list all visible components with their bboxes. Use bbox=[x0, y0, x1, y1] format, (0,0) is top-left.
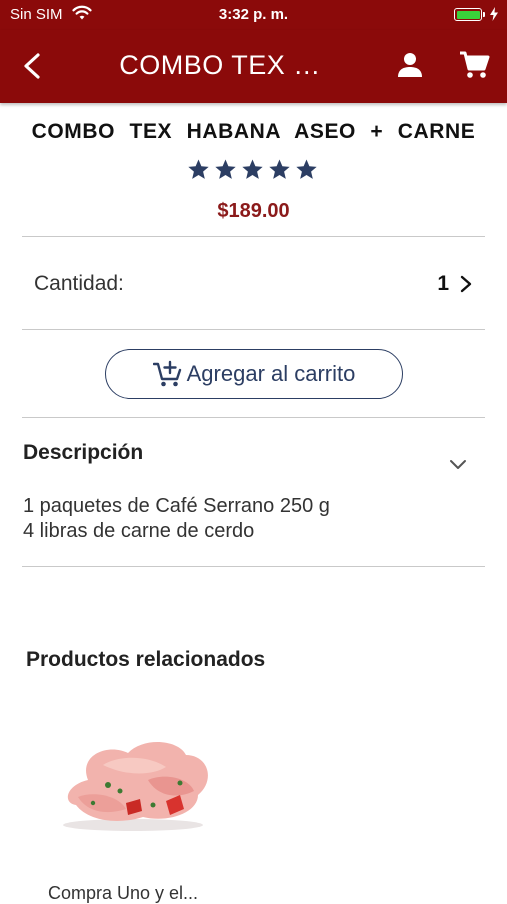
chevron-down-icon[interactable] bbox=[449, 458, 467, 472]
rating-stars bbox=[187, 158, 318, 181]
quantity-label: Cantidad: bbox=[34, 272, 124, 295]
page-title: COMBO TEX … bbox=[119, 50, 321, 80]
chevron-right-icon bbox=[460, 275, 472, 293]
nav-bar: COMBO TEX … bbox=[0, 30, 507, 103]
person-icon[interactable] bbox=[395, 50, 425, 80]
cart-plus-icon bbox=[152, 360, 181, 387]
quantity-row[interactable]: Cantidad: 1 bbox=[22, 237, 485, 329]
add-to-cart-label: Agregar al carrito bbox=[186, 361, 356, 386]
star-icon bbox=[296, 159, 317, 179]
battery-icon bbox=[454, 8, 482, 21]
status-time: 3:32 p. m. bbox=[218, 6, 289, 23]
divider bbox=[22, 566, 485, 567]
divider bbox=[22, 329, 485, 330]
description-line: 1 paquetes de Café Serrano 250 g bbox=[23, 495, 330, 517]
description-title: Descripción bbox=[23, 441, 144, 464]
battery-fill bbox=[456, 10, 480, 19]
related-product-name: Compra Uno y el... bbox=[48, 883, 199, 903]
related-products-title: Productos relacionados bbox=[26, 648, 266, 671]
product-name: COMBO TEX HABANA ASEO + CARNE bbox=[31, 120, 476, 143]
star-icon bbox=[188, 159, 209, 179]
cart-icon[interactable] bbox=[458, 49, 490, 81]
related-product-card[interactable]: Compra Uno y el... bbox=[40, 700, 230, 903]
charging-bolt-icon bbox=[490, 7, 498, 21]
description-line: 4 libras de carne de cerdo bbox=[23, 520, 255, 542]
status-bar: Sin SIM 3:32 p. m. bbox=[0, 0, 507, 30]
product-price: $189.00 bbox=[217, 200, 290, 222]
back-chevron-icon[interactable] bbox=[18, 50, 46, 82]
battery-tip bbox=[483, 12, 485, 17]
star-icon bbox=[242, 159, 263, 179]
divider bbox=[22, 417, 485, 418]
star-icon bbox=[269, 159, 290, 179]
quantity-value: 1 bbox=[437, 272, 449, 295]
add-to-cart-button[interactable]: Agregar al carrito bbox=[105, 349, 403, 399]
star-icon bbox=[215, 159, 236, 179]
product-thumbnail bbox=[63, 741, 208, 831]
